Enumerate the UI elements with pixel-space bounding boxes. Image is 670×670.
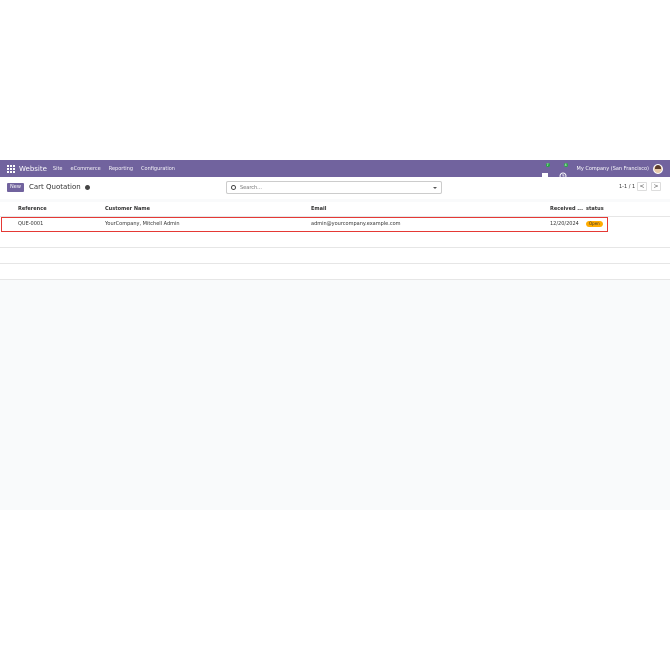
empty-row — [0, 248, 670, 264]
column-header-reference[interactable]: Reference — [18, 206, 47, 212]
menu-item-ecommerce[interactable]: eCommerce — [71, 166, 101, 172]
column-header-status[interactable]: status — [586, 206, 604, 212]
new-button[interactable]: New — [7, 183, 24, 192]
menu-item-configuration[interactable]: Configuration — [141, 166, 175, 172]
column-header-customer[interactable]: Customer Name — [105, 206, 150, 212]
apps-menu-icon[interactable] — [7, 164, 15, 173]
top-navbar: Website Site eCommerce Reporting Configu… — [0, 160, 670, 179]
gear-icon[interactable] — [84, 184, 90, 190]
empty-row — [0, 232, 670, 248]
pager-previous-button[interactable]: < — [637, 182, 647, 191]
user-avatar[interactable] — [653, 163, 663, 174]
search-input[interactable] — [240, 184, 420, 191]
main-menu: Site eCommerce Reporting Configuration — [53, 166, 183, 172]
pager-value[interactable]: 1-1 / 1 — [619, 183, 635, 192]
menu-item-site[interactable]: Site — [53, 166, 63, 172]
status-badge: Open — [586, 221, 603, 227]
column-header-received[interactable]: Received ... — [550, 206, 583, 212]
search-options-toggle-icon[interactable] — [433, 186, 437, 189]
search-icon — [231, 185, 236, 190]
app-window: Website Site eCommerce Reporting Configu… — [0, 160, 670, 510]
table-header: Reference Customer Name Email Received .… — [0, 202, 670, 217]
table-row[interactable]: QUE-0001 YourCompany, Mitchell Admin adm… — [1, 217, 608, 232]
chat-icon[interactable]: 7 — [541, 162, 550, 179]
cell-email: admin@yourcompany.example.com — [311, 221, 401, 227]
activity-clock-icon[interactable]: 4 — [559, 162, 568, 179]
navbar-systray: 7 4 My Company (San Francisco) — [541, 162, 663, 179]
chat-badge: 7 — [545, 162, 550, 167]
list-view: Reference Customer Name Email Received .… — [0, 202, 670, 280]
status-pill: Open — [586, 221, 603, 227]
page-title: Cart Quotation — [29, 183, 81, 191]
menu-item-reporting[interactable]: Reporting — [109, 166, 133, 172]
column-header-email[interactable]: Email — [311, 206, 326, 212]
empty-row — [0, 264, 670, 280]
control-panel: New Cart Quotation 1-1 / 1 < > — [0, 177, 670, 199]
search-bar — [226, 181, 442, 194]
activity-badge: 4 — [563, 162, 568, 167]
pager-next-button[interactable]: > — [651, 182, 661, 191]
cell-reference: QUE-0001 — [18, 221, 44, 227]
app-brand[interactable]: Website — [19, 165, 47, 173]
breadcrumb: Cart Quotation — [29, 183, 90, 192]
cell-customer: YourCompany, Mitchell Admin — [105, 221, 180, 227]
cell-received: 12/20/2024 — [550, 221, 579, 227]
company-switcher[interactable]: My Company (San Francisco) — [577, 166, 650, 172]
